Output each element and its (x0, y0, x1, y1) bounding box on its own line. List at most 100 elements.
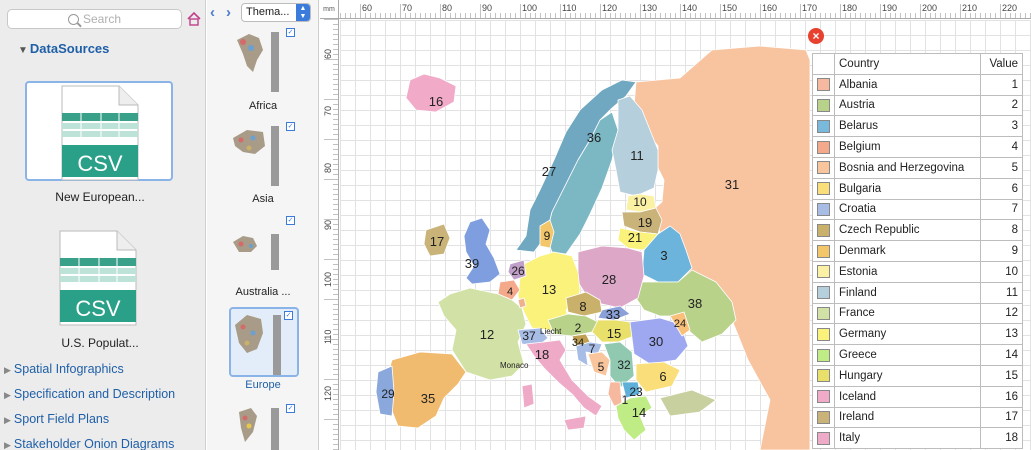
legend-country: France (834, 302, 981, 325)
region-sicily[interactable] (563, 415, 587, 431)
map-small-label: Monaco (500, 361, 529, 370)
checkbox-icon[interactable]: ✓ (286, 28, 295, 37)
checkbox-icon[interactable]: ✓ (286, 216, 295, 225)
ruler-tick-label: 80 (323, 163, 333, 173)
legend-country: Belarus (834, 115, 981, 138)
legend-color-swatch (817, 286, 830, 300)
map-region-label: 31 (724, 177, 740, 192)
theme-dropdown[interactable]: Thema... ▲ ▼ (241, 3, 311, 22)
thumbnail-label: Australia ... (235, 286, 291, 298)
library-item[interactable]: ▶ Spatial Infographics (4, 362, 124, 376)
csv-badge: CSV (77, 151, 123, 176)
legend-color-swatch (817, 140, 830, 154)
legend-color-swatch (817, 390, 830, 404)
ruler-tick-label: 100 (522, 3, 537, 13)
theme-dropdown-value: Thema... (246, 6, 290, 18)
map-region-label: 4 (506, 286, 514, 298)
region-turkey[interactable] (659, 389, 717, 417)
legend-swatch-cell (812, 219, 835, 242)
ruler-tick-label: 110 (562, 3, 576, 13)
datasource-tile[interactable]: CSV (25, 81, 173, 181)
library-item[interactable]: ▶ Specification and Description (4, 387, 175, 401)
legend-country: Bosnia and Herzegovina (834, 156, 981, 179)
map-region-label: 11 (630, 148, 644, 163)
ruler-tick-label: 120 (323, 386, 333, 401)
ruler-tick-label: 130 (642, 3, 657, 13)
legend-row: Hungary 15 (812, 364, 1023, 387)
checkbox-icon[interactable]: ✓ (286, 122, 295, 131)
thumbnail-asia[interactable]: ✓ (229, 120, 299, 190)
legend-row: Belarus 3 (812, 115, 1023, 138)
drawing-canvas[interactable]: 1 2 3 4 5 6 7 8 9 10 11 12 13 14 15 16 17 18 19 21 23 24 26 27 2… (340, 20, 1031, 450)
map-region-label: 32 (617, 358, 631, 372)
thumbnail-label: Asia (252, 193, 274, 205)
map-region-label: 9 (543, 229, 551, 243)
map-region-label: 36 (586, 130, 602, 145)
legend-swatch-cell (812, 73, 835, 96)
disclosure-triangle-icon: ▼ (18, 45, 28, 56)
legend-value: 8 (980, 219, 1023, 242)
legend-color-swatch (817, 348, 830, 362)
legend-swatch-cell (812, 323, 835, 346)
ruler-tick-label: 70 (323, 106, 333, 116)
library-item[interactable]: ▶ Stakeholder Onion Diagrams (4, 437, 174, 450)
region-sardinia[interactable] (521, 383, 535, 409)
legend-row: Czech Republic 8 (812, 219, 1023, 242)
legend-swatch-cell (812, 281, 835, 304)
thumbnail-australia[interactable]: ✓ (229, 214, 299, 284)
ruler-unit: mm (320, 0, 339, 19)
thumbnail-more[interactable]: ✓ (229, 402, 299, 450)
map-region-label: 13 (541, 282, 557, 297)
dropdown-arrows-icon: ▲ ▼ (296, 4, 310, 21)
datasource-tile[interactable]: CSV (25, 228, 173, 328)
legend-value: 11 (980, 281, 1023, 304)
legend-country: Bulgaria (834, 177, 981, 200)
legend-row: Croatia 7 (812, 198, 1023, 221)
checkbox-icon[interactable]: ✓ (286, 404, 295, 413)
legend-country: Greece (834, 344, 981, 366)
close-legend-icon[interactable]: × (808, 28, 824, 44)
datasources-header[interactable]: ▼ DataSources (18, 41, 109, 56)
search-icon (67, 13, 79, 25)
library-item[interactable]: ▶ Sport Field Plans (4, 412, 109, 426)
datasources-label: DataSources (29, 41, 110, 56)
ruler-tick-label: 100 (323, 272, 333, 287)
thumbnail-africa[interactable]: ✓ (229, 26, 299, 96)
region-uk[interactable] (463, 217, 501, 285)
ruler-tick-label: 60 (323, 49, 333, 59)
library-item-label: Sport Field Plans (13, 412, 110, 426)
disclosure-triangle-icon: ▶ (4, 440, 11, 450)
legend-country: Estonia (834, 260, 981, 283)
legend-row: France 12 (812, 302, 1023, 325)
legend-country: Finland (834, 281, 981, 304)
legend-row: Germany 13 (812, 323, 1023, 346)
ruler-tick-label: 180 (842, 3, 857, 13)
map-region-label: 34 (571, 337, 585, 349)
back-arrow-icon[interactable]: ‹ (210, 5, 222, 20)
app-window: Search ▼DataSources CSV New European... (0, 0, 1031, 450)
legend-value: 7 (980, 198, 1023, 221)
legend-color-swatch (817, 244, 830, 258)
legend-value: 12 (980, 302, 1023, 325)
home-icon[interactable] (186, 11, 202, 27)
shape-panel: ‹ › Thema... ▲ ▼ ✓ Africa ✓ Asia ✓ Austr… (207, 0, 319, 450)
checkbox-icon[interactable]: ✓ (284, 311, 293, 320)
map-region-label: 3 (660, 248, 668, 263)
thumbnail-label: Europe (245, 379, 281, 391)
map-region-label: 30 (648, 334, 664, 349)
legend-value: 10 (980, 260, 1023, 283)
legend-value: 18 (980, 427, 1023, 450)
map-region-label: 37 (522, 329, 536, 343)
forward-arrow-icon[interactable]: › (226, 5, 238, 20)
legend-country: Ireland (834, 406, 981, 429)
legend-color-swatch (817, 431, 830, 445)
map-region-label: 12 (479, 327, 495, 342)
legend-swatch-cell (812, 156, 835, 179)
thumbnail-europe[interactable]: ✓ (229, 307, 299, 377)
legend-row: Iceland 16 (812, 385, 1023, 408)
legend-color-swatch (817, 202, 830, 216)
legend-value: 9 (980, 240, 1023, 262)
library-item-label: Stakeholder Onion Diagrams (13, 437, 175, 450)
search-input[interactable]: Search (7, 9, 182, 29)
legend-color-swatch (817, 78, 830, 92)
